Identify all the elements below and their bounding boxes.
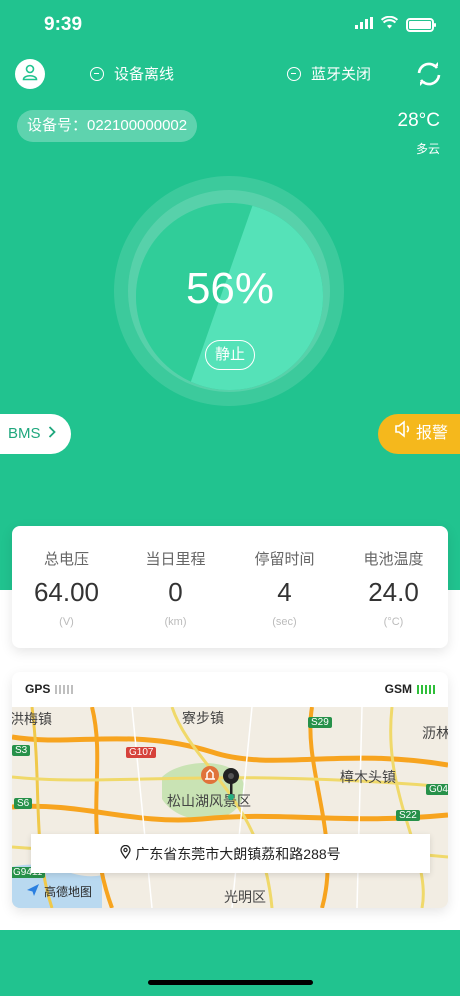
- gps-label: GPS: [25, 682, 51, 696]
- map-label: 樟木头镇: [340, 769, 396, 785]
- signal-bar: [55, 684, 58, 694]
- road-badge: S6: [14, 798, 33, 809]
- stat-value: 0: [168, 577, 183, 607]
- road-badge: S3: [12, 745, 31, 756]
- signal-bar: [425, 684, 427, 694]
- scenic-spot-icon: [200, 765, 220, 790]
- refresh-icon: [414, 62, 444, 93]
- battery-icon: [406, 18, 436, 32]
- bms-button[interactable]: BMS: [0, 414, 71, 454]
- gsm-signal-bars: [417, 684, 435, 694]
- gsm-label: GSM: [384, 682, 412, 696]
- chevron-right-icon: [48, 414, 56, 454]
- minus-circle-icon: [287, 66, 301, 81]
- user-icon: [21, 63, 39, 86]
- device-status-label: 设备离线: [114, 66, 175, 83]
- alarm-label: 报警: [416, 425, 449, 442]
- stat-unit: (°C): [383, 616, 404, 628]
- gsm-signal: GSM: [385, 682, 435, 696]
- signal-bar: [71, 684, 74, 694]
- stat-label: 当日里程: [145, 551, 206, 568]
- stat-unit: (km): [164, 616, 187, 628]
- bluetooth-status-label: 蓝牙关闭: [311, 66, 372, 83]
- map-label: 洪梅镇: [12, 711, 52, 727]
- stat-value: 4: [277, 577, 292, 607]
- bms-label: BMS: [8, 425, 41, 442]
- signal-bar: [67, 684, 70, 694]
- speaker-icon: [394, 414, 412, 454]
- motion-state-badge: 静止: [205, 340, 255, 370]
- wifi-icon: [380, 15, 399, 34]
- stat-total-voltage: 总电压 64.00 (V): [12, 526, 121, 648]
- minus-circle-icon: [90, 66, 104, 81]
- temperature: 28°C: [397, 110, 440, 131]
- gps-signal-bars: [55, 684, 74, 694]
- amap-logo-icon: [26, 883, 40, 900]
- stat-unit: (V): [59, 616, 74, 628]
- device-status: 设备离线: [90, 63, 174, 84]
- address-bar: 广东省东莞市大朗镇荔和路288号: [31, 834, 430, 873]
- signal-bar: [421, 684, 423, 694]
- road-badge: G04: [426, 784, 448, 795]
- map-label: 光明区: [224, 889, 266, 905]
- map-label: 沥林: [422, 725, 448, 741]
- user-avatar-button[interactable]: [15, 59, 45, 89]
- map-card: GPS GSM 洪梅镇 寮步镇 松山湖风景区 樟木头镇 光明区 沥林 S29 G…: [12, 672, 448, 908]
- bluetooth-status: 蓝牙关闭: [287, 63, 371, 84]
- battery-percent: 56%: [185, 264, 275, 313]
- road-badge: S29: [308, 717, 332, 728]
- stat-label: 电池温度: [363, 551, 424, 568]
- map-view[interactable]: 洪梅镇 寮步镇 松山湖风景区 樟木头镇 光明区 沥林 S29 G107 S3 S…: [12, 707, 448, 908]
- stat-stay-time: 停留时间 4 (sec): [230, 526, 339, 648]
- stat-value: 24.0: [368, 577, 419, 607]
- bottom-bar: [0, 930, 460, 996]
- address-text: 广东省东莞市大朗镇荔和路288号: [135, 845, 341, 862]
- stat-battery-temp: 电池温度 24.0 (°C): [339, 526, 448, 648]
- location-marker-icon: [120, 844, 131, 862]
- signal-bar: [429, 684, 431, 694]
- stat-value: 64.00: [33, 577, 100, 607]
- device-number: 设备号：022100000002: [17, 110, 198, 142]
- weather: 多云: [415, 142, 440, 156]
- refresh-button[interactable]: [414, 59, 444, 89]
- amap-logo: 高德地图: [26, 883, 92, 900]
- stat-label: 总电压: [43, 551, 89, 568]
- stat-label: 停留时间: [254, 551, 315, 568]
- map-provider: 高德地图: [44, 885, 93, 899]
- signal-bar: [63, 684, 66, 694]
- signal-bar: [59, 684, 62, 694]
- alarm-button[interactable]: 报警: [378, 414, 460, 454]
- road-badge: G107: [126, 747, 157, 758]
- signal-bar: [417, 684, 419, 694]
- status-icons: [355, 15, 436, 34]
- stat-unit: (sec): [272, 616, 297, 628]
- gps-signal: GPS: [25, 682, 74, 696]
- stat-daily-mileage: 当日里程 0 (km): [121, 526, 230, 648]
- stats-card: 总电压 64.00 (V) 当日里程 0 (km) 停留时间 4 (sec) 电…: [12, 526, 448, 648]
- road-badge: S22: [396, 810, 420, 821]
- signal-icon: [355, 16, 373, 34]
- status-time: 9:39: [44, 14, 83, 35]
- location-pin-icon: [220, 767, 242, 806]
- home-indicator: [148, 980, 313, 985]
- map-label: 寮步镇: [182, 710, 224, 726]
- signal-bar: [433, 684, 435, 694]
